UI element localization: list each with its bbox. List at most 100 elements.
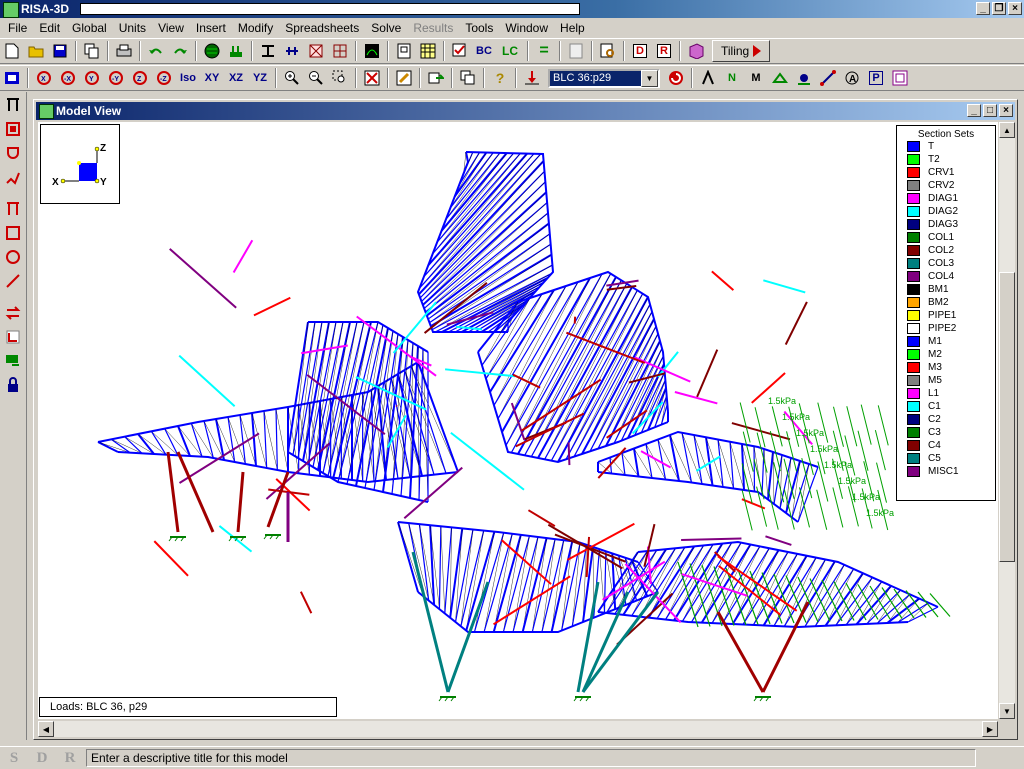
- zoom-in-icon[interactable]: [281, 67, 303, 89]
- bc-button[interactable]: BC: [473, 40, 495, 62]
- menu-solve[interactable]: Solve: [365, 21, 407, 35]
- menu-edit[interactable]: Edit: [33, 21, 66, 35]
- redo-icon[interactable]: [169, 40, 191, 62]
- status-r[interactable]: R: [56, 750, 84, 767]
- menu-help[interactable]: Help: [554, 21, 591, 35]
- view-close-button[interactable]: ×: [999, 104, 1013, 117]
- copy-icon[interactable]: [81, 40, 103, 62]
- menu-insert[interactable]: Insert: [190, 21, 232, 35]
- menu-modify[interactable]: Modify: [232, 21, 279, 35]
- chevron-down-icon[interactable]: ▼: [641, 70, 658, 87]
- draw-members-icon[interactable]: [2, 94, 24, 116]
- modify-circle-icon[interactable]: [2, 246, 24, 268]
- menu-window[interactable]: Window: [499, 21, 554, 35]
- load-combination-select[interactable]: BLC 36:p29 ▼: [548, 69, 660, 88]
- design-d-icon[interactable]: D: [629, 40, 651, 62]
- releases-icon[interactable]: [793, 67, 815, 89]
- equals-icon[interactable]: =: [533, 40, 555, 62]
- modify-members-icon[interactable]: [2, 198, 24, 220]
- plates-icon[interactable]: [305, 40, 327, 62]
- scroll-down-icon[interactable]: ▼: [999, 703, 1015, 719]
- draw-plates-icon[interactable]: [2, 118, 24, 140]
- menu-global[interactable]: Global: [66, 21, 113, 35]
- clone-view-icon[interactable]: [457, 67, 479, 89]
- results-view-icon[interactable]: [361, 40, 383, 62]
- draw-boundary-icon[interactable]: [2, 166, 24, 188]
- menu-tools[interactable]: Tools: [459, 21, 499, 35]
- generate-icon[interactable]: [2, 350, 24, 372]
- menu-file[interactable]: File: [2, 21, 33, 35]
- line-member-icon[interactable]: [817, 67, 839, 89]
- draw-icon[interactable]: [393, 67, 415, 89]
- load-arrow-icon[interactable]: [521, 67, 543, 89]
- modify-line-icon[interactable]: [2, 270, 24, 292]
- graphics-icon[interactable]: [1, 67, 23, 89]
- members-icon[interactable]: [257, 40, 279, 62]
- menu-spreadsheets[interactable]: Spreadsheets: [279, 21, 365, 35]
- restore-button[interactable]: ❐: [992, 2, 1006, 15]
- print-icon[interactable]: [113, 40, 135, 62]
- vertical-scrollbar[interactable]: ▲ ▼: [999, 122, 1015, 719]
- supports-icon[interactable]: [769, 67, 791, 89]
- lc-button[interactable]: LC: [497, 40, 523, 62]
- menu-view[interactable]: View: [152, 21, 190, 35]
- menu-results[interactable]: Results: [407, 21, 459, 35]
- full-model-icon[interactable]: [361, 67, 383, 89]
- plate-p-icon[interactable]: P: [865, 67, 887, 89]
- units-icon[interactable]: [225, 40, 247, 62]
- find-icon[interactable]: [597, 40, 619, 62]
- spreadsheet-icon[interactable]: [417, 40, 439, 62]
- rotate-x-icon[interactable]: X: [33, 67, 55, 89]
- menu-units[interactable]: Units: [113, 21, 152, 35]
- status-s[interactable]: S: [0, 750, 28, 767]
- view-minimize-button[interactable]: _: [967, 104, 981, 117]
- merge-icon[interactable]: [2, 326, 24, 348]
- rotate-z-icon[interactable]: Z: [129, 67, 151, 89]
- view-xz-button[interactable]: XZ: [225, 67, 247, 89]
- open-folder-icon[interactable]: [25, 40, 47, 62]
- close-button[interactable]: ×: [1008, 2, 1022, 15]
- zoom-out-icon[interactable]: [305, 67, 327, 89]
- redraw-icon[interactable]: [425, 67, 447, 89]
- animate-icon[interactable]: [665, 67, 687, 89]
- horizontal-scrollbar[interactable]: ◀ ▶: [38, 721, 998, 737]
- minimize-button[interactable]: _: [976, 2, 990, 15]
- draw-circle-icon[interactable]: [2, 142, 24, 164]
- scroll-up-icon[interactable]: ▲: [999, 122, 1015, 138]
- view-yz-button[interactable]: YZ: [249, 67, 271, 89]
- results-r-icon[interactable]: R: [653, 40, 675, 62]
- vertical-scroll-thumb[interactable]: [999, 272, 1015, 562]
- status-d[interactable]: D: [28, 750, 56, 767]
- scroll-right-icon[interactable]: ▶: [982, 721, 998, 737]
- scroll-left-icon[interactable]: ◀: [38, 721, 54, 737]
- node-labels-icon[interactable]: N: [721, 67, 743, 89]
- axis-a-icon[interactable]: A: [841, 67, 863, 89]
- rotate-y-icon[interactable]: Y: [81, 67, 103, 89]
- rotate-neg-y-icon[interactable]: -Y: [105, 67, 127, 89]
- rotate-neg-x-icon[interactable]: -X: [57, 67, 79, 89]
- global-globe-icon[interactable]: [201, 40, 223, 62]
- model-view-icon[interactable]: [393, 40, 415, 62]
- mesh-icon[interactable]: [329, 40, 351, 62]
- report-icon[interactable]: [565, 40, 587, 62]
- help-book-icon[interactable]: [685, 40, 707, 62]
- boundary-icon[interactable]: [281, 40, 303, 62]
- solve-check-icon[interactable]: [449, 40, 471, 62]
- member-labels-icon[interactable]: M: [745, 67, 767, 89]
- zoom-box-icon[interactable]: [329, 67, 351, 89]
- new-file-icon[interactable]: [1, 40, 23, 62]
- modify-plates-icon[interactable]: [2, 222, 24, 244]
- deflect-icon[interactable]: [697, 67, 719, 89]
- rotate-neg-z-icon[interactable]: -Z: [153, 67, 175, 89]
- view-xy-button[interactable]: XY: [201, 67, 223, 89]
- save-disk-icon[interactable]: [49, 40, 71, 62]
- model-canvas[interactable]: 1.5kPa1.5kPa1.5kPa1.5kPa1.5kPa1.5kPa1.5k…: [38, 122, 998, 719]
- help-question-icon[interactable]: ?: [489, 67, 511, 89]
- tiling-button[interactable]: Tiling: [712, 40, 770, 62]
- swap-icon[interactable]: [2, 302, 24, 324]
- lock-icon[interactable]: [2, 374, 24, 396]
- view-iso-button[interactable]: Iso: [177, 67, 199, 89]
- view-maximize-button[interactable]: □: [983, 104, 997, 117]
- undo-icon[interactable]: [145, 40, 167, 62]
- plate-grid-icon[interactable]: [889, 67, 911, 89]
